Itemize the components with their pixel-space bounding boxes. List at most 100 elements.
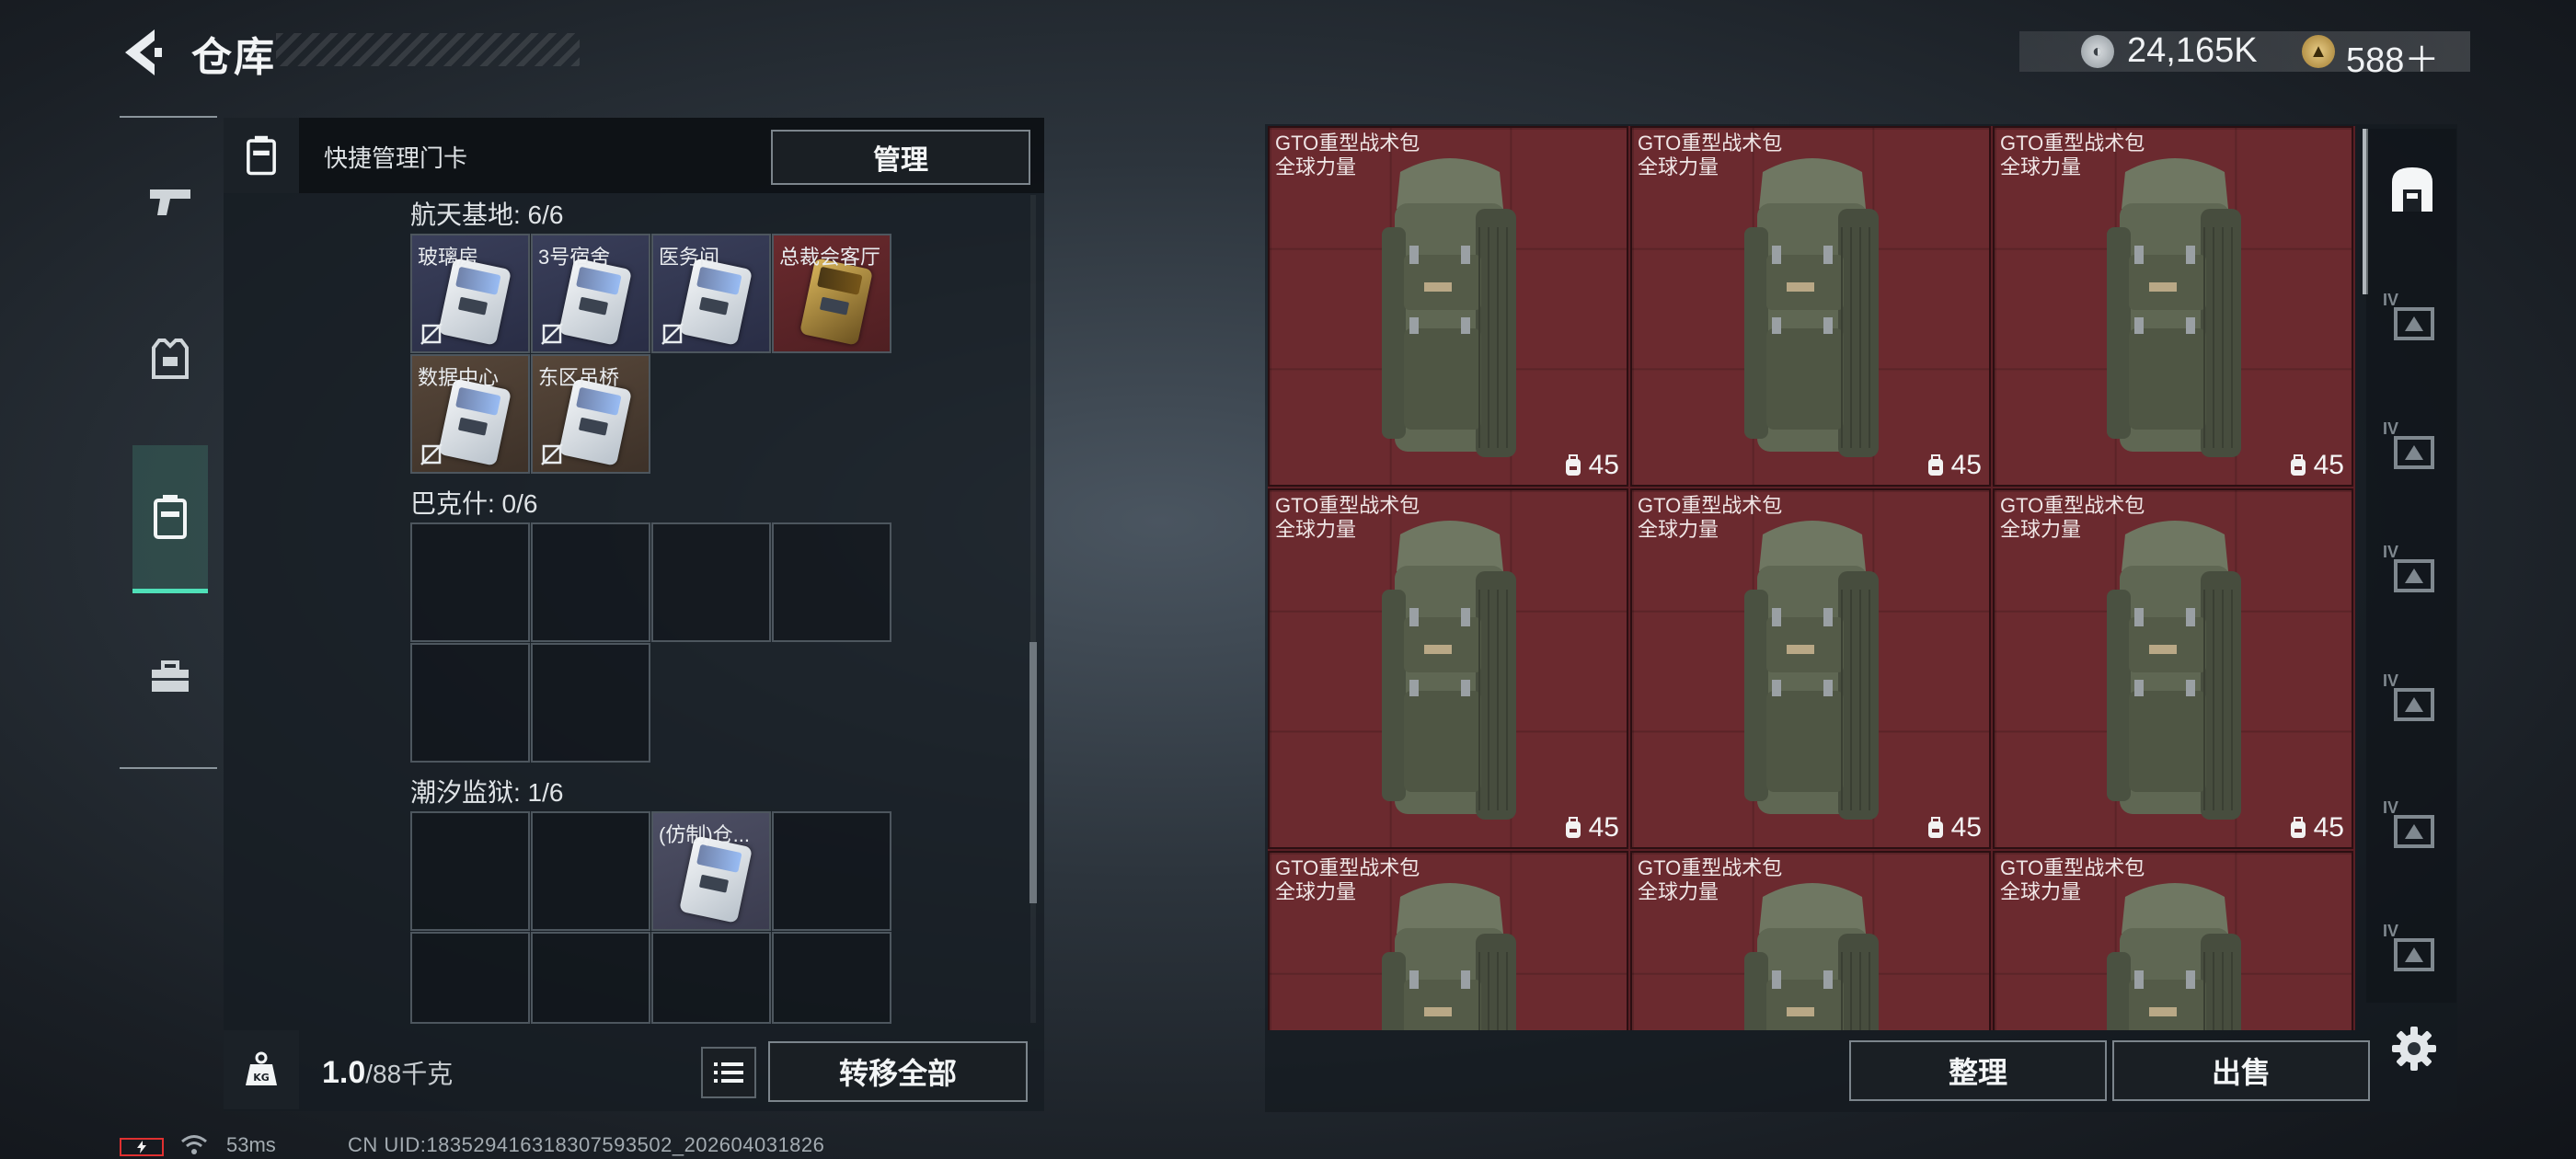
backpack-brand: 全球力量 [2000, 518, 2082, 541]
backpack-brand: 全球力量 [2000, 880, 2082, 903]
backpack-capacity: 45 [1563, 812, 1619, 843]
left-scrollbar-thumb[interactable] [1029, 642, 1037, 903]
empty-keycard-slot[interactable] [410, 643, 530, 763]
backpack-item[interactable]: GTO重型战术包全球力量 45 [1630, 488, 1991, 849]
nav-tab-keycards[interactable] [132, 445, 208, 593]
backpack-capacity: 45 [1926, 812, 1982, 843]
page-title: 仓库 [191, 35, 276, 80]
empty-keycard-slot[interactable] [531, 932, 650, 1024]
keycard-name: 玻璃房 [418, 246, 479, 269]
backpack-capacity-icon [1565, 454, 1581, 476]
svg-text:KG: KG [253, 1072, 270, 1084]
silver-currency-value: 24,165K [2127, 31, 2258, 70]
backpack-item[interactable]: GTO重型战术包全球力量45 [1268, 851, 1628, 1030]
empty-keycard-slot[interactable] [772, 811, 891, 931]
sort-button[interactable]: 整理 [1849, 1040, 2107, 1101]
unbound-icon [661, 323, 684, 345]
keycard-image [558, 378, 633, 466]
keycard-image [678, 258, 753, 346]
tier-iv-medical-icon: IV [2383, 922, 2442, 981]
empty-keycard-slot[interactable] [410, 932, 530, 1024]
side-tab-tier-iv-medical[interactable]: IV [2377, 916, 2447, 986]
backpack-capacity-value: 45 [1588, 450, 1619, 480]
transfer-all-button[interactable]: 转移全部 [768, 1041, 1028, 1102]
backpack-grid: GTO重型战术包 全球力量 45 GTO重型战术包 全球力量 45 GTO重型战术包 全球力量… [1268, 126, 2355, 1030]
unbound-icon [420, 323, 443, 345]
backpack-name: GTO重型战术包 [1275, 494, 1420, 517]
battery-charging-icon [120, 1138, 164, 1156]
keycard-image [678, 835, 753, 924]
backpack-item[interactable]: GTO重型战术包全球力量45 [1268, 126, 1628, 487]
toolbox-icon [152, 660, 189, 692]
keycard-case-icon [154, 495, 187, 539]
backpack-item[interactable]: GTO重型战术包全球力量45 [1630, 851, 1991, 1030]
tier-iv-ammo-box-icon: IV [2383, 798, 2442, 857]
backpack-image [2107, 158, 2241, 457]
empty-keycard-slot[interactable] [772, 932, 891, 1024]
keycard-item[interactable]: 总裁会客厅 [772, 234, 891, 353]
backpack-image [1744, 883, 1879, 1030]
side-tab-backpack-category[interactable] [2377, 155, 2447, 224]
backpack-name: GTO重型战术包 [1638, 494, 1783, 517]
keycard-item[interactable]: 3号宿舍 [531, 234, 650, 353]
backpack-item[interactable]: GTO重型战术包全球力量45 [1993, 851, 2353, 1030]
keycard-item[interactable]: 医务间 [651, 234, 771, 353]
section-label-aerospace: 航天基地: 6/6 [410, 201, 564, 229]
nav-tab-weapons[interactable] [132, 147, 208, 258]
empty-keycard-slot[interactable] [651, 522, 771, 642]
quick-manage-label: 快捷管理门卡 [324, 144, 468, 172]
keycard-item[interactable]: 数据中心 [410, 354, 530, 474]
backpack-item[interactable]: GTO重型战术包全球力量45 [1630, 126, 1991, 487]
tier-iv-weapon-icon: IV [2383, 671, 2442, 730]
side-tab-tier-iv-vest[interactable]: IV [2377, 537, 2447, 607]
tier-iv-rig-icon: IV [2383, 419, 2442, 478]
backpack-image [1382, 158, 1516, 457]
side-tab-tier-iv-rig[interactable]: IV [2377, 414, 2447, 484]
weight-icon-box: KG [224, 1030, 299, 1109]
keycard-name: (仿制)仓... [659, 823, 750, 846]
side-tab-tier-iv-weapon[interactable]: IV [2377, 666, 2447, 736]
backpack-image [1744, 158, 1879, 457]
nav-tab-toolbox[interactable] [132, 622, 208, 732]
keycard-image [799, 258, 874, 346]
list-view-button[interactable] [701, 1047, 756, 1098]
empty-keycard-slot[interactable] [531, 522, 650, 642]
empty-keycard-slot[interactable] [772, 522, 891, 642]
empty-keycard-slot[interactable] [531, 811, 650, 931]
backpack-item[interactable]: GTO重型战术包全球力量45 [1993, 488, 2353, 849]
side-tab-tier-iv-armor[interactable]: IV [2377, 285, 2447, 355]
backpack-capacity: 45 [1926, 450, 1982, 481]
keycard-item[interactable]: 玻璃房 [410, 234, 530, 353]
manage-button[interactable]: 管理 [771, 130, 1030, 185]
nav-tab-armor[interactable] [132, 304, 208, 414]
backpack-capacity-icon [1927, 817, 1943, 838]
weight-kg-icon: KG [246, 1051, 277, 1085]
backpack-brand: 全球力量 [1638, 518, 1719, 541]
backpack-capacity-value: 45 [1950, 812, 1982, 843]
backpack-brand: 全球力量 [1275, 880, 1357, 903]
empty-keycard-slot[interactable] [410, 522, 530, 642]
empty-keycard-slot[interactable] [531, 643, 650, 763]
weight-current: 1.0 [322, 1055, 366, 1090]
gold-currency-value[interactable]: 588＋ [2346, 31, 2439, 82]
backpack-brand: 全球力量 [1638, 155, 1719, 178]
backpack-image [1382, 883, 1516, 1030]
unbound-icon [420, 443, 443, 465]
ping-readout: 53ms [226, 1133, 276, 1156]
sell-button[interactable]: 出售 [2112, 1040, 2370, 1101]
empty-keycard-slot[interactable] [410, 811, 530, 931]
backpack-capacity-icon [2290, 454, 2306, 476]
backpack-brand: 全球力量 [1275, 518, 1357, 541]
backpack-item[interactable]: GTO重型战术包全球力量 45 [1268, 488, 1628, 849]
backpack-brand: 全球力量 [1275, 155, 1357, 178]
backpack-capacity-icon [1927, 454, 1943, 476]
wifi-icon [181, 1135, 207, 1154]
keycard-item[interactable]: 东区吊桥 [531, 354, 650, 474]
backpack-item[interactable]: GTO重型战术包全球力量45 [1993, 126, 2353, 487]
side-tab-tier-iv-ammo-box[interactable]: IV [2377, 793, 2447, 863]
back-arrow-icon[interactable] [118, 26, 177, 79]
empty-keycard-slot[interactable] [651, 932, 771, 1024]
backpack-capacity-icon [2290, 817, 2306, 838]
settings-gear-icon[interactable] [2388, 1023, 2440, 1074]
keycard-item[interactable]: (仿制)仓... [651, 811, 771, 931]
